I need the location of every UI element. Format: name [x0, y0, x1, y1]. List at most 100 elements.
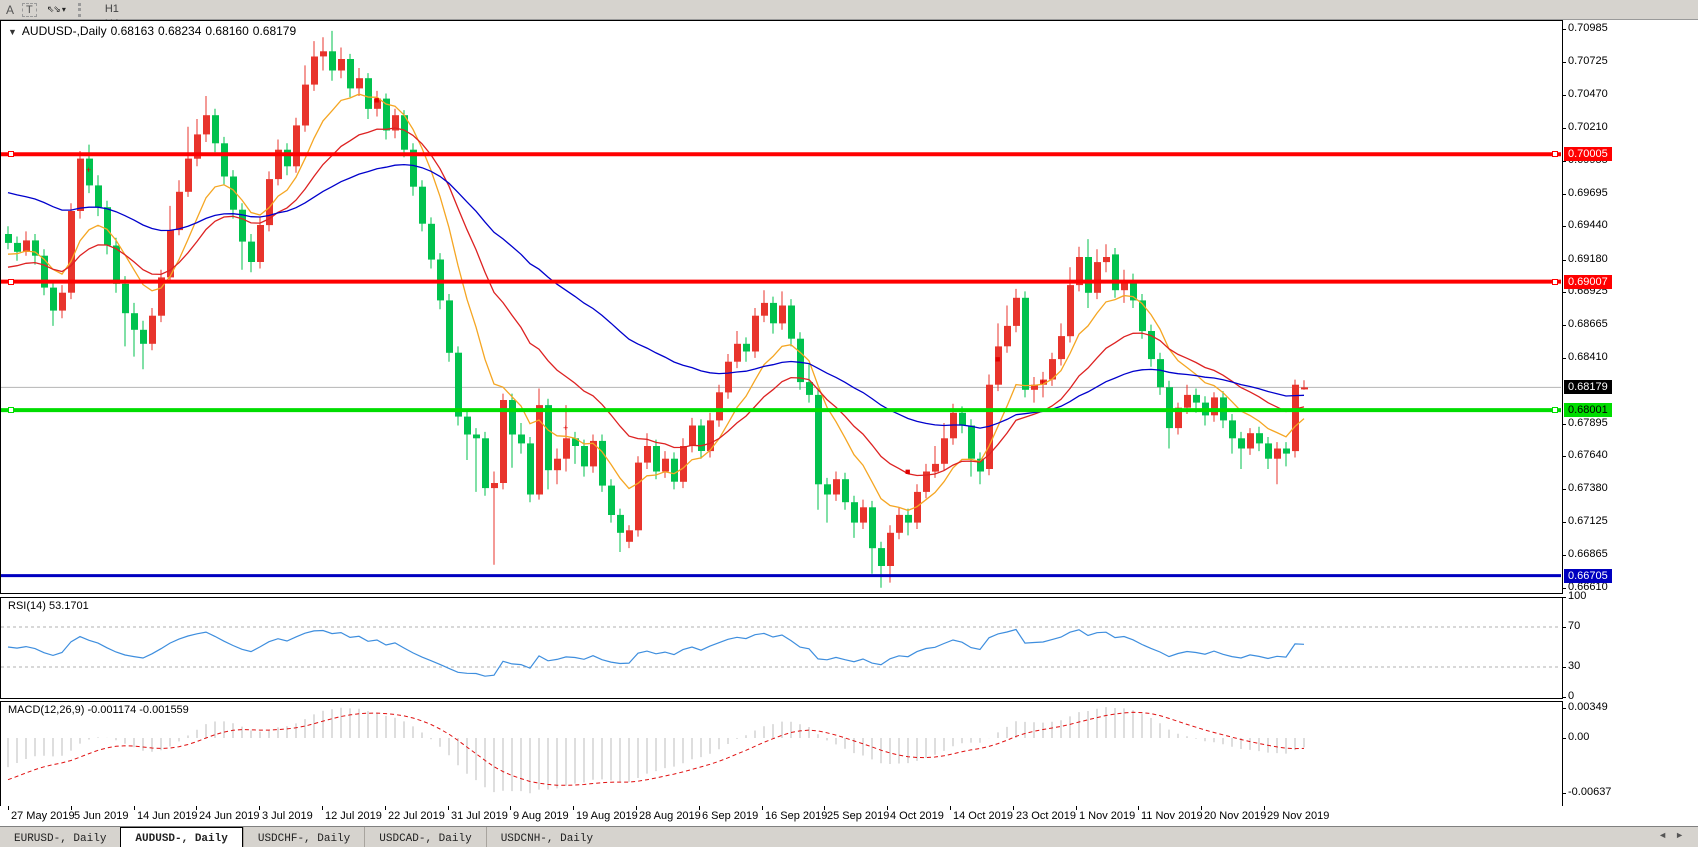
macd-axis-label: 0.00: [1568, 731, 1589, 743]
line-handle[interactable]: [1552, 151, 1558, 157]
line-handle[interactable]: [8, 151, 14, 157]
rsi-axis-label: 70: [1568, 620, 1580, 632]
date-axis-label: 28 Aug 2019: [639, 810, 701, 822]
arrows-tool-button[interactable]: ⇖⇘: [47, 4, 60, 15]
cursor-tool-button[interactable]: A: [6, 3, 14, 17]
line-handle[interactable]: [1552, 407, 1558, 413]
date-axis-tick: [573, 806, 574, 810]
date-axis-label: 20 Nov 2019: [1204, 810, 1266, 822]
date-axis-tick: [1138, 806, 1139, 810]
macd-axis-label: -0.00637: [1568, 786, 1611, 798]
date-axis-label: 24 Jun 2019: [199, 810, 260, 822]
price-axis-tick: [1562, 292, 1566, 293]
price-axis-tick: [1562, 489, 1566, 490]
quote-open: 0.68163: [111, 24, 154, 38]
date-axis-tick: [762, 806, 763, 810]
price-axis-tick: [1562, 161, 1566, 162]
chart-tab-audusd[interactable]: AUDUSD-, Daily: [120, 827, 242, 847]
date-axis-tick: [71, 806, 72, 810]
price-axis-label: 0.70725: [1568, 55, 1608, 67]
chart-header: ▼AUDUSD-,Daily0.681630.682340.681600.681…: [8, 24, 300, 38]
rsi-axis-label: 100: [1568, 590, 1586, 602]
date-axis-tick: [1201, 806, 1202, 810]
price-axis-label: 0.69180: [1568, 253, 1608, 265]
arrows-dropdown-icon[interactable]: ▾: [62, 5, 66, 14]
text-tool-button[interactable]: T: [22, 3, 37, 17]
rsi-axis-tick: [1562, 627, 1566, 628]
chart-tab-usdcnh[interactable]: USDCNH-, Daily: [486, 827, 607, 847]
price-axis-label: 0.70470: [1568, 88, 1608, 100]
price-axis-tick: [1562, 424, 1566, 425]
date-axis-label: 12 Jul 2019: [325, 810, 382, 822]
price-axis-label: 0.67640: [1568, 449, 1608, 461]
date-axis-tick: [1076, 806, 1077, 810]
date-axis-label: 14 Oct 2019: [953, 810, 1013, 822]
chart-tab-usdchf[interactable]: USDCHF-, Daily: [243, 827, 364, 847]
rsi-panel[interactable]: [0, 597, 1563, 699]
line-handle[interactable]: [8, 279, 14, 285]
date-axis-label: 11 Nov 2019: [1141, 810, 1203, 822]
mt4-chart-window: A T ⇖⇘ ▾ M1M5M15M30H1H4D1W1MN +■+■■+ ▼AU…: [0, 0, 1698, 847]
rsi-axis-tick: [1562, 697, 1566, 698]
scroll-left-icon[interactable]: ◄: [1658, 830, 1675, 840]
price-axis-label: 0.68410: [1568, 351, 1608, 363]
hline-price-tag-0.66705: 0.66705: [1564, 569, 1612, 583]
price-axis-label: 0.70985: [1568, 22, 1608, 34]
price-axis-label: 0.67380: [1568, 482, 1608, 494]
price-axis-tick: [1562, 95, 1566, 96]
date-axis-label: 3 Jul 2019: [262, 810, 313, 822]
price-axis-tick: [1562, 588, 1566, 589]
rsi-axis-tick: [1562, 597, 1566, 598]
price-axis-tick: [1562, 555, 1566, 556]
chart-title: AUDUSD-,Daily: [22, 24, 107, 38]
quote-low: 0.68160: [205, 24, 248, 38]
price-axis-label: 0.67125: [1568, 515, 1608, 527]
macd-axis-tick: [1562, 793, 1566, 794]
date-axis-tick: [1013, 806, 1014, 810]
date-axis-tick: [448, 806, 449, 810]
date-axis-tick: [134, 806, 135, 810]
hline-price-tag-0.70005: 0.70005: [1564, 147, 1612, 161]
line-handle[interactable]: [8, 407, 14, 413]
timeframe-button-h1[interactable]: H1: [94, 1, 130, 16]
chart-tab-eurusd[interactable]: EURUSD-, Daily: [0, 827, 120, 847]
date-axis-label: 4 Oct 2019: [890, 810, 944, 822]
scroll-right-icon[interactable]: ►: [1675, 830, 1692, 840]
line-handle[interactable]: [1552, 279, 1558, 285]
chart-tab-usdcad[interactable]: USDCAD-, Daily: [364, 827, 485, 847]
price-axis-label: 0.68665: [1568, 318, 1608, 330]
date-axis-tick: [887, 806, 888, 810]
symbol-dropdown-icon[interactable]: ▼: [8, 27, 17, 37]
hline-price-tag-0.69007: 0.69007: [1564, 275, 1612, 289]
price-axis-tick: [1562, 128, 1566, 129]
macd-panel[interactable]: [0, 701, 1563, 807]
main-chart-panel[interactable]: [0, 20, 1563, 594]
date-axis-label: 16 Sep 2019: [765, 810, 827, 822]
date-axis-tick: [699, 806, 700, 810]
quote-close: 0.68179: [253, 24, 296, 38]
price-axis-tick: [1562, 226, 1566, 227]
date-axis-tick: [824, 806, 825, 810]
price-axis-tick: [1562, 194, 1566, 195]
date-axis-tick: [322, 806, 323, 810]
date-axis-label: 23 Oct 2019: [1016, 810, 1076, 822]
rsi-axis-label: 30: [1568, 660, 1580, 672]
toolbar-grip[interactable]: [78, 3, 85, 17]
macd-axis-label: 0.00349: [1568, 701, 1608, 713]
hline-price-tag-0.68001: 0.68001: [1564, 403, 1612, 417]
rsi-axis-tick: [1562, 667, 1566, 668]
date-axis-label: 6 Sep 2019: [702, 810, 758, 822]
macd-axis-tick: [1562, 708, 1566, 709]
price-axis-tick: [1562, 260, 1566, 261]
date-axis-label: 19 Aug 2019: [576, 810, 638, 822]
date-axis-label: 9 Aug 2019: [513, 810, 569, 822]
toolbar: A T ⇖⇘ ▾ M1M5M15M30H1H4D1W1MN: [0, 0, 1698, 20]
date-axis-tick: [385, 806, 386, 810]
date-axis-label: 31 Jul 2019: [451, 810, 508, 822]
price-axis-tick: [1562, 522, 1566, 523]
date-axis-tick: [1264, 806, 1265, 810]
date-axis-label: 22 Jul 2019: [388, 810, 445, 822]
date-axis-label: 27 May 2019: [11, 810, 75, 822]
date-axis-label: 1 Nov 2019: [1079, 810, 1135, 822]
macd-axis-tick: [1562, 738, 1566, 739]
